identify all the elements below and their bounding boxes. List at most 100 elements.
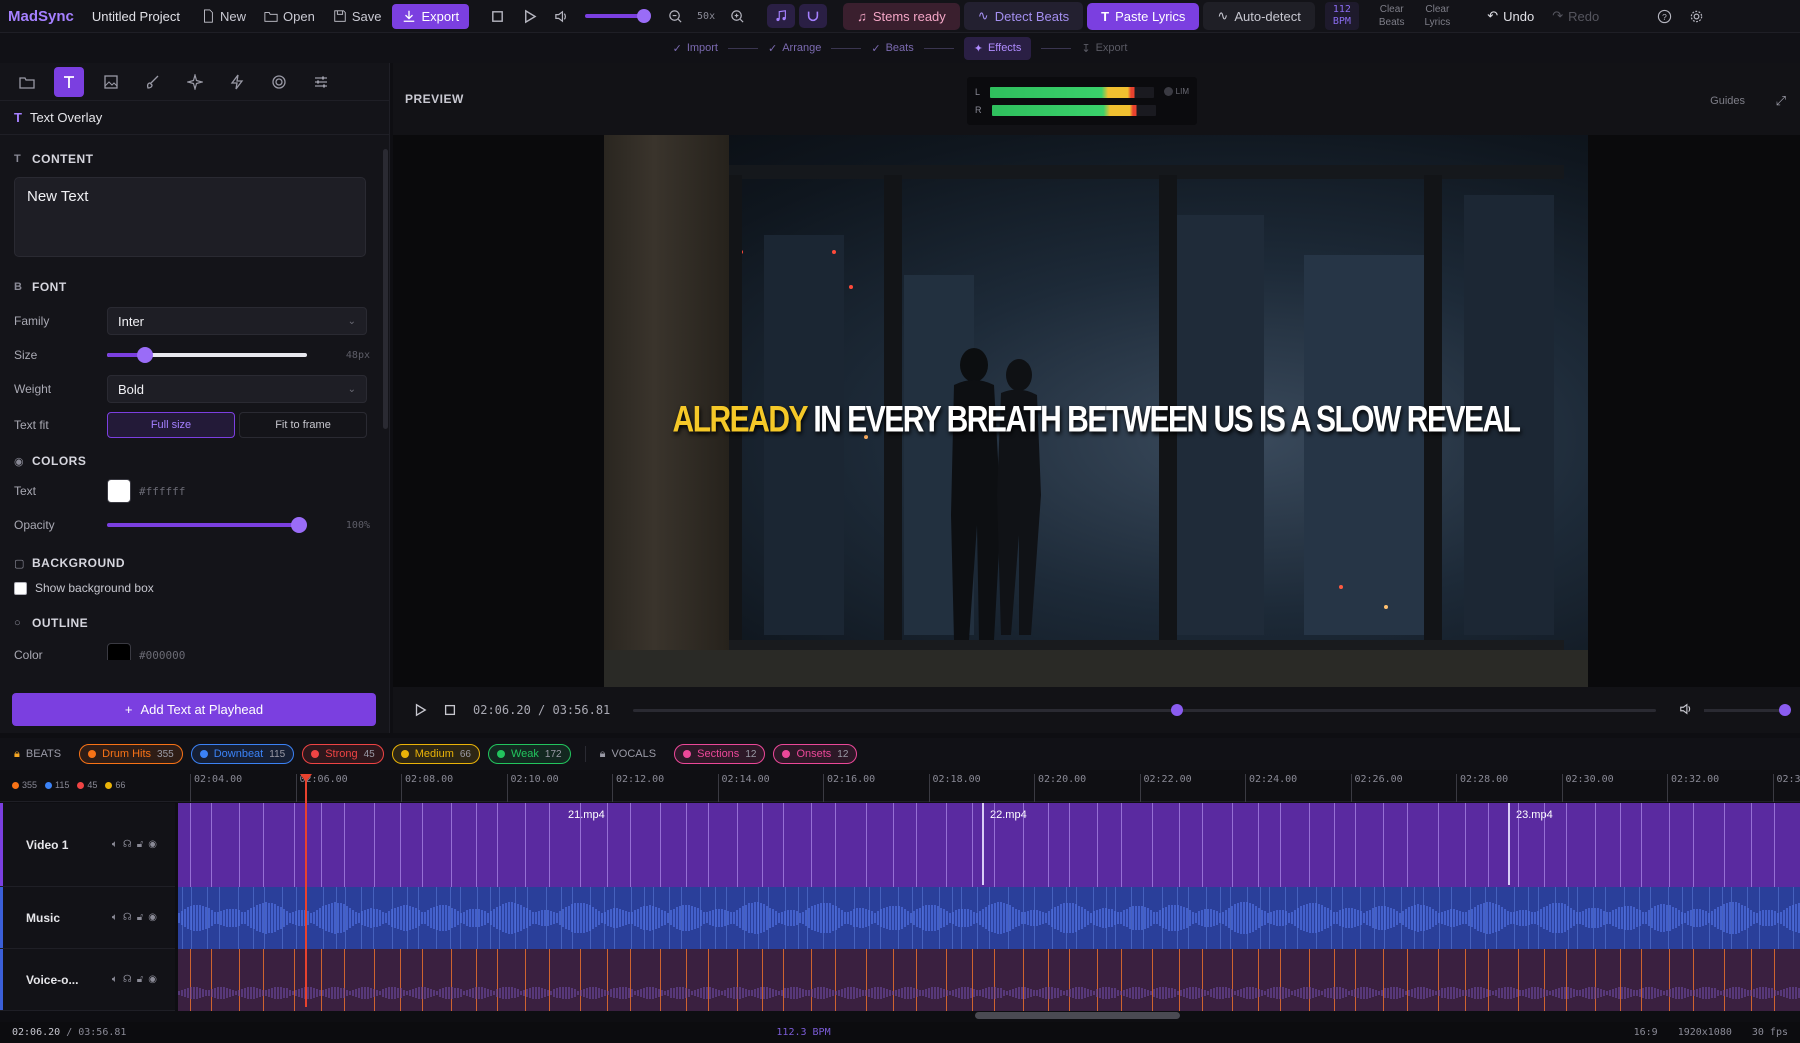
fit-to-frame-button[interactable]: Fit to frame (239, 412, 367, 438)
eye-icon[interactable]: ◉ (148, 839, 157, 850)
tab-brush[interactable] (138, 67, 168, 97)
stop-button[interactable] (483, 4, 511, 28)
volume-slider[interactable] (585, 9, 652, 23)
stop-icon[interactable] (443, 703, 457, 717)
play-button[interactable] (515, 4, 543, 28)
step-arrange[interactable]: ✓ Arrange (768, 42, 821, 55)
beat-chip-drum-hits[interactable]: Drum Hits 355 (79, 744, 183, 764)
open-button[interactable]: Open (257, 5, 322, 28)
lock-icon[interactable]: 🔒︎ (14, 748, 20, 761)
speaker-icon[interactable] (1679, 702, 1693, 716)
video-track-lane[interactable]: 21.mp4 22.mp4 23.mp4 (178, 803, 1800, 887)
playhead[interactable] (305, 775, 307, 1007)
fit-full-size-button[interactable]: Full size (107, 412, 235, 438)
eye-icon[interactable]: ◉ (148, 912, 157, 923)
limiter-toggle[interactable]: LIM (1163, 87, 1189, 96)
expand-icon[interactable]: ⤢ (1776, 93, 1786, 109)
project-name[interactable]: Untitled Project (92, 9, 180, 24)
preview-volume-slider[interactable] (1704, 704, 1791, 716)
music-note-toggle[interactable] (767, 4, 796, 28)
waveform-bar (631, 911, 633, 925)
clear-lyrics-button[interactable]: Clear Lyrics (1416, 3, 1458, 29)
help-button[interactable]: ? (1650, 4, 1678, 28)
music-track-lane[interactable] (178, 887, 1800, 949)
new-button[interactable]: New (194, 5, 253, 28)
content-textarea[interactable]: New Text (14, 177, 366, 257)
tab-lightning[interactable] (222, 67, 252, 97)
speaker-icon[interactable]: 🔈︎ (112, 912, 118, 923)
tab-target[interactable] (264, 67, 294, 97)
lock-icon[interactable]: 🔓︎ (137, 974, 143, 985)
checkbox-box[interactable] (14, 581, 27, 595)
detect-beats-button[interactable]: ∿ Detect Beats (963, 2, 1084, 30)
video-frame[interactable]: ALREADY IN EVERY BREATH BETWEEN US IS A … (604, 135, 1588, 687)
undo-button[interactable]: ↶ Undo (1480, 4, 1541, 28)
track-header-voiceover[interactable]: Voice-o... 🔈︎ ☊ 🔓︎ ◉ (0, 949, 175, 1011)
beat-chip-weak[interactable]: Weak 172 (488, 744, 571, 764)
step-import[interactable]: ✓ Import (673, 42, 718, 55)
playback-scrubber[interactable] (633, 704, 1656, 716)
headphones-icon[interactable]: ☊ (123, 912, 132, 923)
timeline-ruler[interactable]: 355 115 45 66 02:04.00 02:06.00 02:08.00 02:10… (0, 770, 1800, 802)
lock-icon[interactable]: 🔓︎ (137, 912, 143, 923)
font-size-slider[interactable] (107, 347, 307, 363)
magnet-toggle[interactable] (799, 4, 828, 28)
text-color-hex[interactable]: #ffffff (139, 485, 185, 498)
tab-text[interactable] (54, 66, 84, 97)
opacity-slider-knob[interactable] (291, 517, 307, 533)
play-icon[interactable] (413, 703, 427, 717)
outline-color-swatch[interactable] (107, 643, 131, 660)
headphones-icon[interactable]: ☊ (123, 839, 132, 850)
headphones-icon[interactable]: ☊ (123, 974, 132, 985)
font-family-select[interactable]: Inter ⌄ (107, 307, 367, 335)
clip-boundary[interactable] (982, 803, 984, 885)
font-size-slider-knob[interactable] (137, 347, 153, 363)
bpm-display[interactable]: 112 BPM (1324, 2, 1359, 30)
preview-volume-knob[interactable] (1779, 704, 1791, 716)
timeline-horizontal-scrollbar[interactable] (975, 1012, 1180, 1019)
text-color-swatch[interactable] (107, 479, 131, 503)
preview-stage[interactable]: ALREADY IN EVERY BREATH BETWEEN US IS A … (393, 135, 1800, 687)
track-header-video[interactable]: Video 1 🔈︎ ☊ 🔓︎ ◉ (0, 803, 175, 887)
lock-icon[interactable]: 🔓︎ (137, 839, 143, 850)
volume-slider-knob[interactable] (637, 9, 652, 23)
lock-icon[interactable]: 🔒︎ (600, 748, 606, 761)
scrubber-knob[interactable] (1171, 704, 1184, 716)
step-effects[interactable]: ✦ Effects (963, 36, 1032, 60)
speaker-icon[interactable]: 🔈︎ (112, 974, 118, 985)
clip-boundary[interactable] (1508, 803, 1510, 885)
tab-image[interactable] (96, 67, 126, 97)
export-button[interactable]: Export (392, 3, 470, 29)
auto-detect-button[interactable]: ∿ Auto-detect (1203, 2, 1315, 30)
clear-beats-button[interactable]: Clear Beats (1371, 3, 1413, 29)
beat-chip-strong[interactable]: Strong 45 (302, 744, 384, 764)
tab-adjust[interactable] (306, 67, 336, 97)
font-weight-select[interactable]: Bold ⌄ (107, 375, 367, 403)
redo-button[interactable]: ↷ Redo (1545, 4, 1606, 28)
settings-button[interactable] (1682, 4, 1710, 28)
speaker-icon[interactable]: 🔈︎ (112, 839, 118, 850)
opacity-slider[interactable] (107, 517, 307, 533)
beat-chip-medium[interactable]: Medium 66 (391, 744, 480, 764)
paste-lyrics-button[interactable]: T Paste Lyrics (1087, 2, 1200, 30)
zoom-out-button[interactable] (661, 4, 689, 28)
lyric-overlay[interactable]: ALREADY IN EVERY BREATH BETWEEN US IS A … (604, 399, 1588, 442)
voiceover-track-lane[interactable] (178, 949, 1800, 1011)
add-text-button[interactable]: + Add Text at Playhead (12, 693, 376, 726)
tab-media[interactable] (12, 67, 42, 97)
volume-button[interactable] (547, 4, 575, 28)
vocal-chip-onsets[interactable]: Onsets 12 (773, 744, 858, 764)
stems-ready-button[interactable]: ♫ Stems ready (843, 2, 960, 30)
vocal-chip-sections[interactable]: Sections 12 (674, 744, 766, 764)
save-button[interactable]: Save (326, 5, 389, 28)
beat-chip-downbeat[interactable]: Downbeat 115 (190, 744, 295, 764)
step-beats[interactable]: ✓ Beats (871, 42, 913, 55)
eye-icon[interactable]: ◉ (148, 974, 157, 985)
track-header-music[interactable]: Music 🔈︎ ☊ 🔓︎ ◉ (0, 887, 175, 949)
zoom-in-button[interactable] (723, 4, 751, 28)
outline-color-hex[interactable]: #000000 (139, 649, 185, 661)
guides-toggle[interactable]: Guides (1710, 95, 1745, 107)
show-background-checkbox[interactable]: Show background box (14, 581, 370, 595)
tab-sparkle[interactable] (180, 67, 210, 97)
step-export[interactable]: ↧ Export (1081, 42, 1127, 55)
